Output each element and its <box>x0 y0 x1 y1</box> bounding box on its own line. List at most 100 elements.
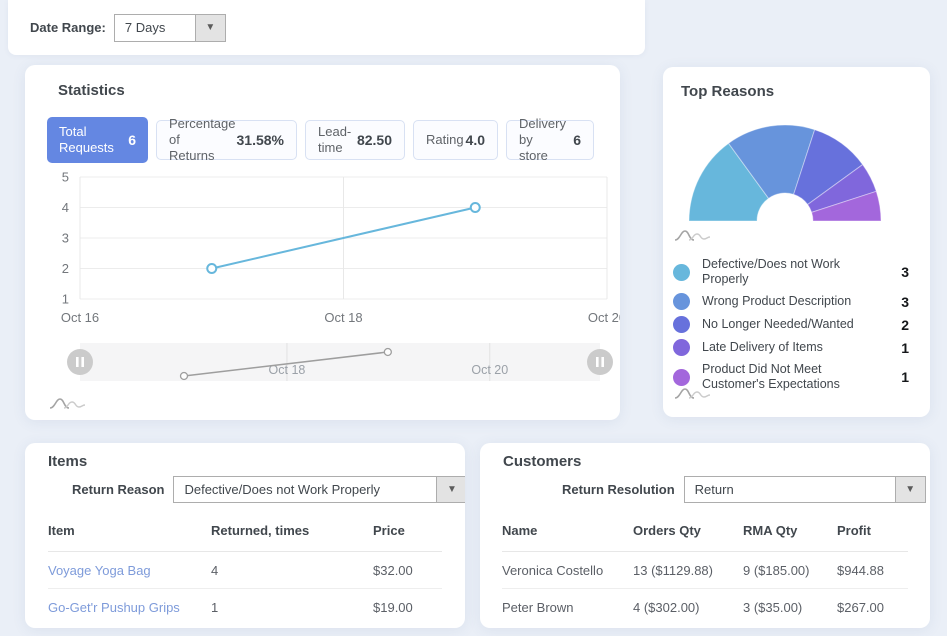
legend-value: 2 <box>901 317 909 333</box>
legend-label: Late Delivery of Items <box>702 340 860 355</box>
svg-text:Oct 20: Oct 20 <box>471 363 508 377</box>
customers-table: NameOrders QtyRMA QtyProfitVeronica Cost… <box>502 517 908 625</box>
kpi-label: Rating <box>426 132 458 148</box>
table-cell: 1 <box>211 589 373 626</box>
date-range-select[interactable]: 7 Days ▼ <box>114 14 226 42</box>
svg-text:Oct 16: Oct 16 <box>61 310 99 325</box>
column-header: Item <box>48 517 211 552</box>
column-header: Price <box>373 517 442 552</box>
navigator-left-handle[interactable] <box>67 349 93 375</box>
return-reason-label: Return Reason <box>72 482 164 497</box>
column-header: Returned, times <box>211 517 373 552</box>
item-link[interactable]: Voyage Yoga Bag <box>48 552 211 589</box>
kpi-label: Lead-time <box>318 124 349 157</box>
chevron-down-icon: ▼ <box>195 15 225 41</box>
kpi-tab-3[interactable]: Rating 4.0 <box>413 120 498 160</box>
legend-label: Product Did Not Meet Customer's Expectat… <box>702 362 860 392</box>
kpi-value: 4.0 <box>466 132 485 148</box>
legend-item: Defective/Does not Work Properly 3 <box>673 257 909 287</box>
top-reasons-legend: Defective/Does not Work Properly3Wrong P… <box>673 257 909 398</box>
amcharts-logo-icon <box>48 395 96 411</box>
kpi-value: 6 <box>128 132 136 148</box>
items-title: Items <box>48 453 87 470</box>
kpi-label: Percentage of Returns <box>169 116 229 165</box>
customers-filter: Return Resolution Return ▼ <box>562 476 926 503</box>
top-reasons-donut-chart <box>663 107 930 275</box>
legend-label: No Longer Needed/Wanted <box>702 317 860 332</box>
table-cell: 4 <box>211 552 373 589</box>
statistics-title: Statistics <box>58 82 125 99</box>
legend-dot <box>673 293 690 310</box>
legend-label: Wrong Product Description <box>702 294 860 309</box>
svg-text:5: 5 <box>62 170 69 185</box>
items-table: ItemReturned, timesPriceVoyage Yoga Bag4… <box>48 517 442 625</box>
svg-text:Oct 18: Oct 18 <box>324 310 362 325</box>
return-resolution-select[interactable]: Return ▼ <box>684 476 926 503</box>
return-reason-select[interactable]: Defective/Does not Work Properly ▼ <box>173 476 465 503</box>
top-reasons-title: Top Reasons <box>681 83 774 100</box>
date-range-label: Date Range: <box>30 20 106 35</box>
legend-dot <box>673 316 690 333</box>
kpi-tab-0[interactable]: Total Requests 6 <box>47 117 148 163</box>
svg-text:2: 2 <box>62 261 69 276</box>
table-cell: 9 ($185.00) <box>743 552 837 589</box>
item-link[interactable]: Go-Get'r Pushup Grips <box>48 589 211 626</box>
svg-text:3: 3 <box>62 231 69 246</box>
kpi-label: Delivery by store <box>519 116 565 165</box>
legend-value: 1 <box>901 369 909 385</box>
legend-item: Wrong Product Description 3 <box>673 293 909 310</box>
customers-title: Customers <box>503 453 581 470</box>
statistics-card: Statistics Total Requests 6 Percentage of … <box>25 65 620 420</box>
column-header: Profit <box>837 517 908 552</box>
table-row: Peter Brown4 ($302.00)3 ($35.00)$267.00 <box>502 589 908 626</box>
items-card: Items Return Reason Defective/Does not W… <box>25 443 465 628</box>
return-reason-value: Defective/Does not Work Properly <box>174 477 436 502</box>
chevron-down-icon: ▼ <box>436 477 465 502</box>
navigator-right-handle[interactable] <box>587 349 613 375</box>
legend-item: No Longer Needed/Wanted 2 <box>673 316 909 333</box>
kpi-tab-2[interactable]: Lead-time 82.50 <box>305 120 405 160</box>
chevron-down-icon: ▼ <box>895 477 925 502</box>
kpi-tab-1[interactable]: Percentage of Returns31.58% <box>156 120 297 160</box>
kpi-value: 6 <box>573 132 581 148</box>
return-resolution-label: Return Resolution <box>562 482 675 497</box>
table-row: Voyage Yoga Bag4$32.00 <box>48 552 442 589</box>
top-reasons-card: Top Reasons Defective/Does not Work Prop… <box>663 67 930 417</box>
table-row: Go-Get'r Pushup Grips1$19.00 <box>48 589 442 626</box>
table-cell: 13 ($1129.88) <box>633 552 743 589</box>
kpi-label: Total Requests <box>59 124 120 157</box>
legend-value: 3 <box>901 294 909 310</box>
table-cell: $19.00 <box>373 589 442 626</box>
requests-line-chart: 12345Oct 16Oct 18Oct 20 <box>25 165 620 340</box>
legend-label: Defective/Does not Work Properly <box>702 257 860 287</box>
kpi-tab-4[interactable]: Delivery by store6 <box>506 120 594 160</box>
return-resolution-value: Return <box>685 477 895 502</box>
table-cell: Peter Brown <box>502 589 633 626</box>
table-cell: $32.00 <box>373 552 442 589</box>
items-filter: Return Reason Defective/Does not Work Pr… <box>72 476 465 503</box>
date-range-toolbar: Date Range: 7 Days ▼ <box>8 0 645 55</box>
amcharts-logo-icon <box>673 385 721 401</box>
column-header: Orders Qty <box>633 517 743 552</box>
table-cell: $944.88 <box>837 552 908 589</box>
legend-value: 1 <box>901 340 909 356</box>
table-cell: Veronica Costello <box>502 552 633 589</box>
svg-text:1: 1 <box>62 292 69 307</box>
legend-dot <box>673 369 690 386</box>
amcharts-logo-icon <box>673 227 721 243</box>
column-header: RMA Qty <box>743 517 837 552</box>
svg-text:4: 4 <box>62 200 69 215</box>
kpi-tabs: Total Requests6Percentage of Returns31.5… <box>47 117 594 163</box>
table-row: Veronica Costello13 ($1129.88)9 ($185.00… <box>502 552 908 589</box>
table-cell: $267.00 <box>837 589 908 626</box>
column-header: Name <box>502 517 633 552</box>
legend-dot <box>673 264 690 281</box>
legend-dot <box>673 339 690 356</box>
kpi-value: 82.50 <box>357 132 392 148</box>
legend-value: 3 <box>901 264 909 280</box>
legend-item: Late Delivery of Items 1 <box>673 339 909 356</box>
chart-range-navigator[interactable]: Oct 18Oct 20 <box>25 338 620 398</box>
customers-card: Customers Return Resolution Return ▼ Nam… <box>480 443 930 628</box>
table-cell: 3 ($35.00) <box>743 589 837 626</box>
kpi-value: 31.58% <box>237 132 284 148</box>
